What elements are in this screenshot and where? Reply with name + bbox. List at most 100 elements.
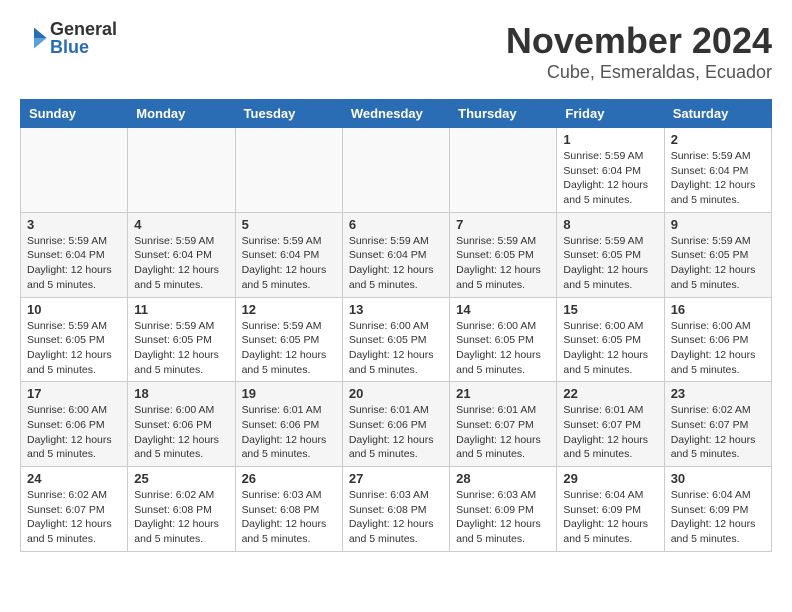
day-number: 10: [27, 302, 121, 317]
header-sunday: Sunday: [21, 100, 128, 128]
location-title: Cube, Esmeraldas, Ecuador: [506, 62, 772, 83]
day-number: 20: [349, 386, 443, 401]
day-info: Sunrise: 6:00 AM Sunset: 6:05 PM Dayligh…: [349, 319, 443, 378]
calendar-week-row: 1 Sunrise: 5:59 AM Sunset: 6:04 PM Daylig…: [21, 128, 772, 213]
day-info: Sunrise: 6:01 AM Sunset: 6:07 PM Dayligh…: [563, 403, 657, 462]
logo-blue-text: Blue: [50, 38, 117, 56]
calendar-cell: 5Sunrise: 5:59 AM Sunset: 6:04 PM Daylig…: [235, 212, 342, 297]
calendar-week-row: 3 Sunrise: 5:59 AM Sunset: 6:04 PM Daylig…: [21, 212, 772, 297]
day-info: Sunrise: 6:01 AM Sunset: 6:06 PM Dayligh…: [349, 403, 443, 462]
day-number: 29: [563, 471, 657, 486]
day-number: 7: [456, 217, 550, 232]
month-title: November 2024: [506, 20, 772, 62]
day-number: 9: [671, 217, 765, 232]
day-number: 22: [563, 386, 657, 401]
calendar-cell: [342, 128, 449, 213]
calendar-cell: 16 Sunrise: 6:00 AM Sunset: 6:06 PM Dayli…: [664, 297, 771, 382]
logo-icon: [20, 24, 48, 52]
day-info: Sunrise: 6:04 AM Sunset: 6:09 PM Dayligh…: [563, 488, 657, 547]
calendar-cell: 21Sunrise: 6:01 AM Sunset: 6:07 PM Dayli…: [450, 382, 557, 467]
calendar-cell: 27Sunrise: 6:03 AM Sunset: 6:08 PM Dayli…: [342, 467, 449, 552]
calendar-header-row: SundayMondayTuesdayWednesdayThursdayFrid…: [21, 100, 772, 128]
day-number: 23: [671, 386, 765, 401]
calendar-cell: 11 Sunrise: 5:59 AM Sunset: 6:05 PM Dayli…: [128, 297, 235, 382]
day-info: Sunrise: 5:59 AM Sunset: 6:05 PM Dayligh…: [134, 319, 228, 378]
day-info: Sunrise: 6:03 AM Sunset: 6:08 PM Dayligh…: [242, 488, 336, 547]
logo-general-text: General: [50, 20, 117, 38]
header-tuesday: Tuesday: [235, 100, 342, 128]
calendar-cell: [235, 128, 342, 213]
day-info: Sunrise: 6:02 AM Sunset: 6:07 PM Dayligh…: [27, 488, 121, 547]
calendar-cell: 14 Sunrise: 6:00 AM Sunset: 6:05 PM Dayli…: [450, 297, 557, 382]
day-info: Sunrise: 6:04 AM Sunset: 6:09 PM Dayligh…: [671, 488, 765, 547]
day-number: 4: [134, 217, 228, 232]
calendar-cell: 19 Sunrise: 6:01 AM Sunset: 6:06 PM Dayli…: [235, 382, 342, 467]
day-number: 12: [242, 302, 336, 317]
calendar-table: SundayMondayTuesdayWednesdayThursdayFrid…: [20, 99, 772, 552]
day-number: 17: [27, 386, 121, 401]
calendar-cell: 26 Sunrise: 6:03 AM Sunset: 6:08 PM Dayli…: [235, 467, 342, 552]
calendar-cell: 13 Sunrise: 6:00 AM Sunset: 6:05 PM Dayli…: [342, 297, 449, 382]
day-number: 26: [242, 471, 336, 486]
day-info: Sunrise: 5:59 AM Sunset: 6:05 PM Dayligh…: [242, 319, 336, 378]
calendar-cell: 20 Sunrise: 6:01 AM Sunset: 6:06 PM Dayli…: [342, 382, 449, 467]
calendar-cell: [21, 128, 128, 213]
day-info: Sunrise: 5:59 AM Sunset: 6:05 PM Dayligh…: [27, 319, 121, 378]
header-monday: Monday: [128, 100, 235, 128]
day-info: Sunrise: 5:59 AM Sunset: 6:05 PM Dayligh…: [563, 234, 657, 293]
title-section: November 2024 Cube, Esmeraldas, Ecuador: [506, 20, 772, 83]
day-number: 3: [27, 217, 121, 232]
calendar-cell: 8 Sunrise: 5:59 AM Sunset: 6:05 PM Daylig…: [557, 212, 664, 297]
day-info: Sunrise: 5:59 AM Sunset: 6:05 PM Dayligh…: [671, 234, 765, 293]
day-number: 19: [242, 386, 336, 401]
day-number: 14: [456, 302, 550, 317]
calendar-cell: 25 Sunrise: 6:02 AM Sunset: 6:08 PM Dayli…: [128, 467, 235, 552]
header-wednesday: Wednesday: [342, 100, 449, 128]
day-number: 16: [671, 302, 765, 317]
day-number: 24: [27, 471, 121, 486]
day-info: Sunrise: 6:00 AM Sunset: 6:05 PM Dayligh…: [456, 319, 550, 378]
calendar-cell: 30 Sunrise: 6:04 AM Sunset: 6:09 PM Dayli…: [664, 467, 771, 552]
calendar-cell: 28Sunrise: 6:03 AM Sunset: 6:09 PM Dayli…: [450, 467, 557, 552]
day-number: 25: [134, 471, 228, 486]
calendar-cell: 3Sunrise: 5:59 AM Sunset: 6:04 PM Daylig…: [21, 212, 128, 297]
day-info: Sunrise: 5:59 AM Sunset: 6:04 PM Dayligh…: [134, 234, 228, 293]
day-info: Sunrise: 6:00 AM Sunset: 6:06 PM Dayligh…: [671, 319, 765, 378]
calendar-cell: [450, 128, 557, 213]
day-info: Sunrise: 6:00 AM Sunset: 6:06 PM Dayligh…: [27, 403, 121, 462]
calendar-week-row: 17 Sunrise: 6:00 AM Sunset: 6:06 PM Dayli…: [21, 382, 772, 467]
day-info: Sunrise: 5:59 AM Sunset: 6:04 PM Dayligh…: [563, 149, 657, 208]
day-number: 1: [563, 132, 657, 147]
calendar-cell: 2Sunrise: 5:59 AM Sunset: 6:04 PM Daylig…: [664, 128, 771, 213]
day-info: Sunrise: 6:01 AM Sunset: 6:07 PM Dayligh…: [456, 403, 550, 462]
day-number: 8: [563, 217, 657, 232]
calendar-cell: 1 Sunrise: 5:59 AM Sunset: 6:04 PM Daylig…: [557, 128, 664, 213]
calendar-cell: [128, 128, 235, 213]
page-header: General Blue November 2024 Cube, Esmeral…: [20, 20, 772, 83]
day-number: 18: [134, 386, 228, 401]
calendar-cell: 9 Sunrise: 5:59 AM Sunset: 6:05 PM Daylig…: [664, 212, 771, 297]
calendar-cell: 17 Sunrise: 6:00 AM Sunset: 6:06 PM Dayli…: [21, 382, 128, 467]
calendar-cell: 12 Sunrise: 5:59 AM Sunset: 6:05 PM Dayli…: [235, 297, 342, 382]
day-number: 13: [349, 302, 443, 317]
calendar-cell: 6Sunrise: 5:59 AM Sunset: 6:04 PM Daylig…: [342, 212, 449, 297]
day-info: Sunrise: 6:01 AM Sunset: 6:06 PM Dayligh…: [242, 403, 336, 462]
day-number: 2: [671, 132, 765, 147]
calendar-cell: 24 Sunrise: 6:02 AM Sunset: 6:07 PM Dayli…: [21, 467, 128, 552]
header-thursday: Thursday: [450, 100, 557, 128]
day-info: Sunrise: 6:02 AM Sunset: 6:08 PM Dayligh…: [134, 488, 228, 547]
day-number: 6: [349, 217, 443, 232]
calendar-cell: 22 Sunrise: 6:01 AM Sunset: 6:07 PM Dayli…: [557, 382, 664, 467]
calendar-cell: 7 Sunrise: 5:59 AM Sunset: 6:05 PM Daylig…: [450, 212, 557, 297]
day-number: 15: [563, 302, 657, 317]
day-info: Sunrise: 5:59 AM Sunset: 6:05 PM Dayligh…: [456, 234, 550, 293]
day-info: Sunrise: 6:02 AM Sunset: 6:07 PM Dayligh…: [671, 403, 765, 462]
day-number: 27: [349, 471, 443, 486]
calendar-cell: 29 Sunrise: 6:04 AM Sunset: 6:09 PM Dayli…: [557, 467, 664, 552]
day-number: 11: [134, 302, 228, 317]
calendar-week-row: 24 Sunrise: 6:02 AM Sunset: 6:07 PM Dayli…: [21, 467, 772, 552]
day-number: 5: [242, 217, 336, 232]
day-number: 30: [671, 471, 765, 486]
day-info: Sunrise: 6:03 AM Sunset: 6:09 PM Dayligh…: [456, 488, 550, 547]
calendar-cell: 15Sunrise: 6:00 AM Sunset: 6:05 PM Dayli…: [557, 297, 664, 382]
